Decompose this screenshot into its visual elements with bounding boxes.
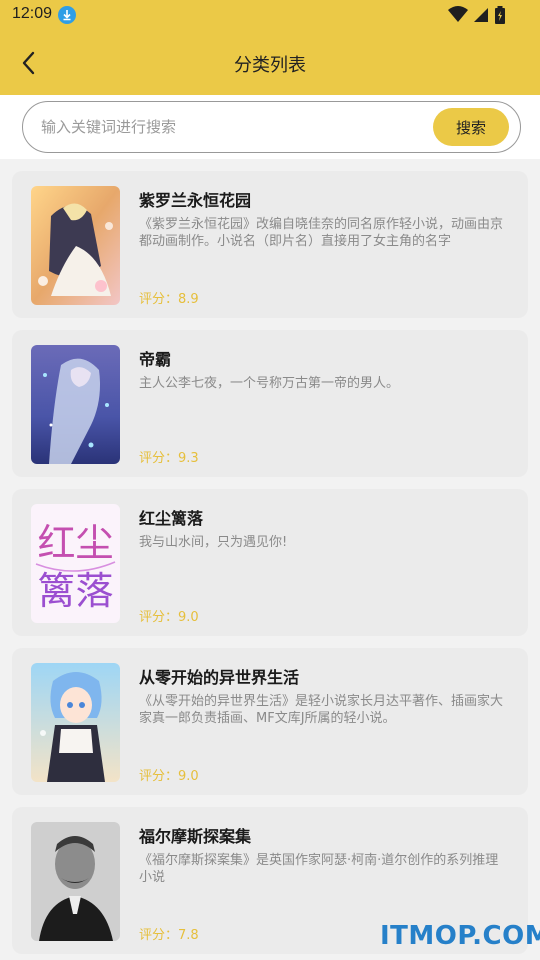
wifi-icon (447, 6, 468, 22)
app-header: 12:09 分类列表 (0, 0, 540, 95)
search-input[interactable] (41, 113, 421, 141)
book-cover (31, 186, 120, 305)
book-title: 从零开始的异世界生活 (139, 668, 300, 687)
cover-title-text: 篱落 (37, 569, 113, 613)
book-description: 我与山水间，只为遇见你! (139, 535, 288, 550)
book-description: 主人公李七夜，一个号称万古第一帝的男人。 (139, 376, 400, 391)
search-box: 搜索 (22, 101, 521, 153)
book-card[interactable]: 紫罗兰永恒花园 《紫罗兰永恒花园》改编自晓佳奈的同名原作轻小说，动画由京都动画制… (12, 171, 528, 318)
download-icon (58, 6, 76, 24)
book-cover: 红尘 篱落 (31, 504, 120, 623)
battery-icon (495, 6, 505, 24)
cover-title-text: 红尘 (37, 521, 113, 565)
signal-icon (473, 8, 488, 22)
book-title: 红尘篱落 (139, 509, 204, 528)
book-title: 福尔摩斯探案集 (139, 827, 252, 846)
book-list: 紫罗兰永恒花园 《紫罗兰永恒花园》改编自晓佳奈的同名原作轻小说，动画由京都动画制… (12, 171, 528, 960)
status-icons (447, 6, 506, 24)
book-card[interactable]: 从零开始的异世界生活 《从零开始的异世界生活》是轻小说家长月达平著作、插画家大家… (12, 648, 528, 795)
book-cover (31, 663, 120, 782)
search-button[interactable]: 搜索 (433, 108, 509, 146)
search-bar: 搜索 (0, 95, 540, 159)
status-bar: 12:09 (0, 0, 540, 30)
book-rating: 评分：7.8 (139, 928, 199, 943)
watermark: ITMOP.COM (380, 921, 540, 951)
book-description: 《从零开始的异世界生活》是轻小说家长月达平著作、插画家大家真一郎负责插画、MF文… (139, 694, 504, 726)
book-card[interactable]: 帝霸 主人公李七夜，一个号称万古第一帝的男人。 评分：9.3 (12, 330, 528, 477)
book-rating: 评分：8.9 (139, 292, 199, 307)
book-rating: 评分：9.3 (139, 451, 199, 466)
status-time: 12:09 (12, 5, 53, 22)
book-cover (31, 345, 120, 464)
book-rating: 评分：9.0 (139, 610, 199, 625)
book-description: 《紫罗兰永恒花园》改编自晓佳奈的同名原作轻小说，动画由京都动画制作。小说名（即片… (139, 217, 504, 249)
book-title: 帝霸 (139, 350, 172, 369)
book-rating: 评分：9.0 (139, 769, 199, 784)
book-title: 紫罗兰永恒花园 (139, 191, 252, 210)
book-cover (31, 822, 120, 941)
book-card[interactable]: 红尘 篱落 红尘篱落 我与山水间，只为遇见你! 评分：9.0 (12, 489, 528, 636)
page-title: 分类列表 (234, 55, 306, 76)
book-description: 《福尔摩斯探案集》是英国作家阿瑟·柯南·道尔创作的系列推理小说 (139, 853, 499, 885)
